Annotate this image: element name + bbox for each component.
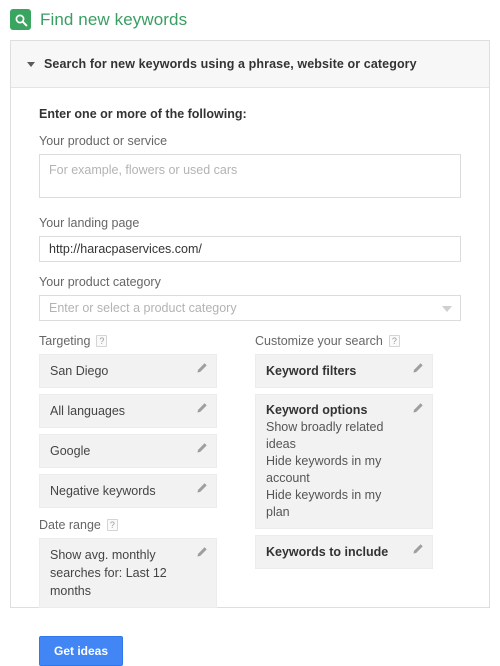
keyword-options-option: Show broadly related ideas [266,420,384,451]
product-category-label: Your product category [39,275,161,289]
field-product-category: Your product category [39,275,461,321]
keyword-options-item[interactable]: Keyword options Show broadly related ide… [255,394,433,529]
pencil-icon[interactable] [195,362,208,375]
panel-header[interactable]: Search for new keywords using a phrase, … [11,41,489,88]
targeting-column: Targeting ? San Diego All languages Goog… [39,334,217,614]
date-range-label-text: Date range [39,518,101,532]
targeting-item-label: Negative keywords [50,484,156,498]
panel-header-label: Search for new keywords using a phrase, … [44,57,417,71]
product-category-input[interactable] [39,295,461,321]
product-or-service-input[interactable] [39,154,461,198]
keyword-filters-item[interactable]: Keyword filters [255,354,433,388]
targeting-item-negative-keywords[interactable]: Negative keywords [39,474,217,508]
panel-actions: Get ideas [11,614,489,666]
page-title: Find new keywords [40,9,188,29]
search-icon [10,9,31,30]
pencil-icon[interactable] [195,442,208,455]
keyword-options-title: Keyword options [266,403,368,417]
keyword-filters-title: Keyword filters [266,364,357,378]
pencil-icon[interactable] [195,402,208,415]
targeting-item-label: San Diego [50,364,109,378]
find-keywords-card: Search for new keywords using a phrase, … [10,40,490,666]
pencil-icon[interactable] [195,482,208,495]
pencil-icon[interactable] [195,546,208,559]
product-or-service-label: Your product or service [39,134,168,148]
landing-page-label: Your landing page [39,216,140,230]
targeting-label-text: Targeting [39,334,91,348]
pencil-icon[interactable] [411,362,424,375]
customize-label: Customize your search ? [255,334,433,348]
field-product-or-service: Your product or service [39,134,461,203]
intro-text: Enter one or more of the following: [39,107,247,121]
keywords-to-include-title: Keywords to include [266,545,389,559]
customize-column: Customize your search ? Keyword filters … [255,334,433,614]
targeting-item-network[interactable]: Google [39,434,217,468]
targeting-item-label: All languages [50,404,126,418]
help-icon[interactable]: ? [96,335,108,347]
field-landing-page: Your landing page [39,216,461,262]
targeting-item-location[interactable]: San Diego [39,354,217,388]
date-range-item[interactable]: Show avg. monthly searches for: Last 12 … [39,538,217,608]
date-range-label: Date range ? [39,518,217,532]
pencil-icon[interactable] [411,543,424,556]
pencil-icon[interactable] [411,402,424,415]
help-icon[interactable]: ? [388,335,400,347]
keyword-options-option: Hide keywords in my plan [266,488,382,519]
targeting-label: Targeting ? [39,334,217,348]
chevron-down-icon[interactable] [27,61,35,67]
landing-page-input[interactable] [39,236,461,262]
options-columns: Targeting ? San Diego All languages Goog… [39,334,461,614]
targeting-item-languages[interactable]: All languages [39,394,217,428]
customize-label-text: Customize your search [255,334,383,348]
help-icon[interactable]: ? [106,519,118,531]
targeting-item-label: Google [50,444,91,458]
page-header: Find new keywords [0,0,500,30]
get-ideas-button[interactable]: Get ideas [39,636,124,666]
date-range-value: Show avg. monthly searches for: Last 12 … [50,548,167,598]
panel-body: Enter one or more of the following: Your… [11,88,489,614]
keywords-to-include-item[interactable]: Keywords to include [255,535,433,569]
keyword-options-option: Hide keywords in my account [266,454,382,485]
